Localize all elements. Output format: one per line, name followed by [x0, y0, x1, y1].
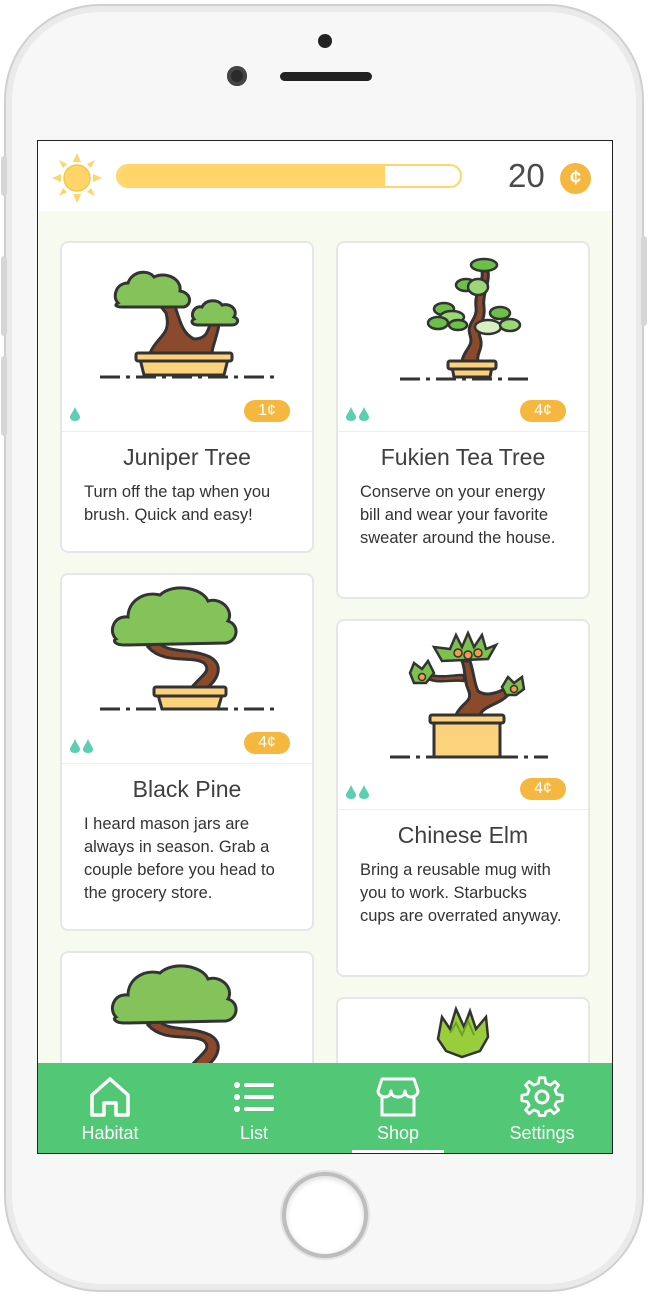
tab-label: Settings [509, 1123, 575, 1143]
list-icon [234, 1082, 274, 1112]
app-screen: 20 ¢ 1¢ Juniper Tree Turn off the tap wh… [37, 140, 613, 1154]
shop-card-partial-left[interactable] [60, 951, 314, 1063]
water-drops [346, 407, 369, 421]
tab-shop[interactable]: Shop [326, 1063, 470, 1153]
black-pine-icon [111, 964, 238, 1063]
price-badge: 4¢ [520, 400, 566, 422]
water-drop-icon [83, 739, 93, 753]
earpiece-speaker [280, 72, 372, 81]
card-description: Bring a reusable mug with you to work. S… [360, 861, 562, 925]
card-art: 4¢ [338, 243, 588, 432]
tab-list[interactable]: List [182, 1063, 326, 1153]
home-button[interactable] [282, 1172, 368, 1258]
shop-card-chinese-elm[interactable]: 4¢ Chinese Elm Bring a reusable mug with… [336, 619, 590, 977]
price-badge: 4¢ [244, 732, 290, 754]
card-title: Fukien Tea Tree [380, 444, 546, 470]
water-drops [346, 785, 369, 799]
water-drops [70, 739, 93, 753]
power-button [641, 236, 647, 326]
water-drop-icon [346, 785, 356, 799]
card-title: Juniper Tree [123, 444, 251, 470]
top-bar: 20 ¢ [38, 141, 612, 211]
water-drop-icon [70, 407, 80, 421]
water-drop-icon [359, 407, 369, 421]
shop-card-black-pine[interactable]: 4¢ Black Pine I heard mason jars are alw… [60, 573, 314, 931]
card-title: Chinese Elm [397, 822, 529, 848]
card-art: 4¢ [62, 575, 312, 764]
gear-icon [520, 1076, 564, 1117]
tab-settings[interactable]: Settings [470, 1063, 612, 1153]
coin-count: 20 [508, 157, 545, 194]
shop-card-juniper[interactable]: 1¢ Juniper Tree Turn off the tap when yo… [60, 241, 314, 553]
coin-icon: ¢ [560, 163, 591, 194]
tab-label: Shop [376, 1123, 420, 1143]
proximity-sensor [318, 34, 332, 48]
sun-icon [52, 153, 102, 203]
price-badge: 1¢ [244, 400, 290, 422]
tab-label: Habitat [81, 1123, 139, 1143]
progress-fill [118, 166, 385, 186]
home-icon [90, 1077, 130, 1117]
card-art: 1¢ [62, 243, 312, 432]
active-tab-indicator [352, 1150, 444, 1153]
bottom-tab-bar: Habitat List Shop Settings [38, 1063, 612, 1153]
card-description: Turn off the tap when you brush. Quick a… [84, 483, 271, 524]
grass-plant-icon [436, 1005, 490, 1059]
volume-up-button [1, 256, 7, 336]
front-camera [227, 66, 247, 86]
card-description: I heard mason jars are always in season.… [84, 815, 275, 902]
tab-label: List [239, 1123, 268, 1143]
card-art: 4¢ [338, 621, 588, 810]
tab-habitat[interactable]: Habitat [38, 1063, 182, 1153]
shop-card-fukien-tea[interactable]: 4¢ Fukien Tea Tree Conserve on your ener… [336, 241, 590, 599]
card-art [62, 953, 312, 1063]
shop-card-partial-right[interactable] [336, 997, 590, 1063]
shop-grid: 1¢ Juniper Tree Turn off the tap when yo… [38, 211, 612, 1063]
card-title: Black Pine [132, 776, 242, 802]
volume-down-button [1, 356, 7, 436]
water-drop-icon [359, 785, 369, 799]
water-drops [70, 407, 80, 421]
price-badge: 4¢ [520, 778, 566, 800]
shop-icon [376, 1077, 420, 1117]
energy-progress-bar [116, 164, 462, 188]
water-drop-icon [346, 407, 356, 421]
card-art [338, 999, 588, 1063]
water-drop-icon [70, 739, 80, 753]
card-description: Conserve on your energy bill and wear yo… [360, 483, 556, 547]
mute-switch [1, 156, 7, 196]
